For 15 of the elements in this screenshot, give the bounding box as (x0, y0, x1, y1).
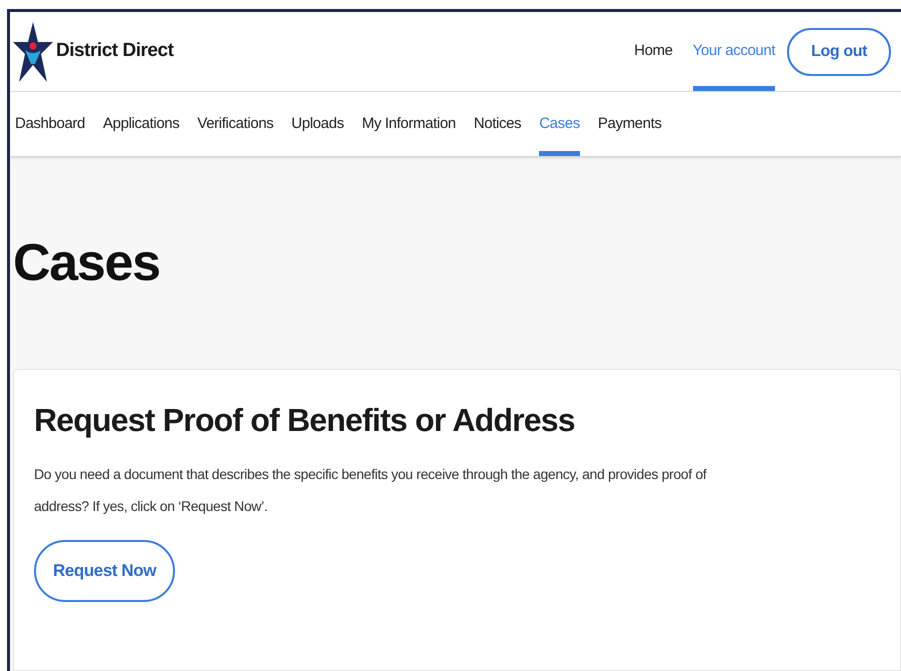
nav-tab[interactable]: My Information (362, 92, 456, 156)
nav-tab[interactable]: Verifications (197, 92, 274, 156)
nav-tab[interactable]: Uploads (291, 92, 344, 156)
log-out-button[interactable]: Log out (787, 28, 891, 76)
page-title: Cases (13, 237, 161, 289)
card-title: Request Proof of Benefits or Address (34, 401, 575, 440)
nav-tab[interactable]: Applications (103, 92, 180, 156)
nav-tab[interactable]: Notices (474, 92, 522, 156)
brand-name: District Direct (56, 39, 174, 64)
request-now-button[interactable]: Request Now (34, 540, 176, 602)
nav-tab[interactable]: Payments (598, 92, 662, 156)
header-link[interactable]: Home (634, 12, 673, 91)
nav-tab[interactable]: Cases (539, 92, 580, 156)
nav-tab[interactable]: Dashboard (15, 92, 86, 156)
card-description: Do you need a document that describes the specific benefits you receive through the agency, and provides proof of address? If yes, click on ‘Request Now’. (34, 465, 708, 516)
